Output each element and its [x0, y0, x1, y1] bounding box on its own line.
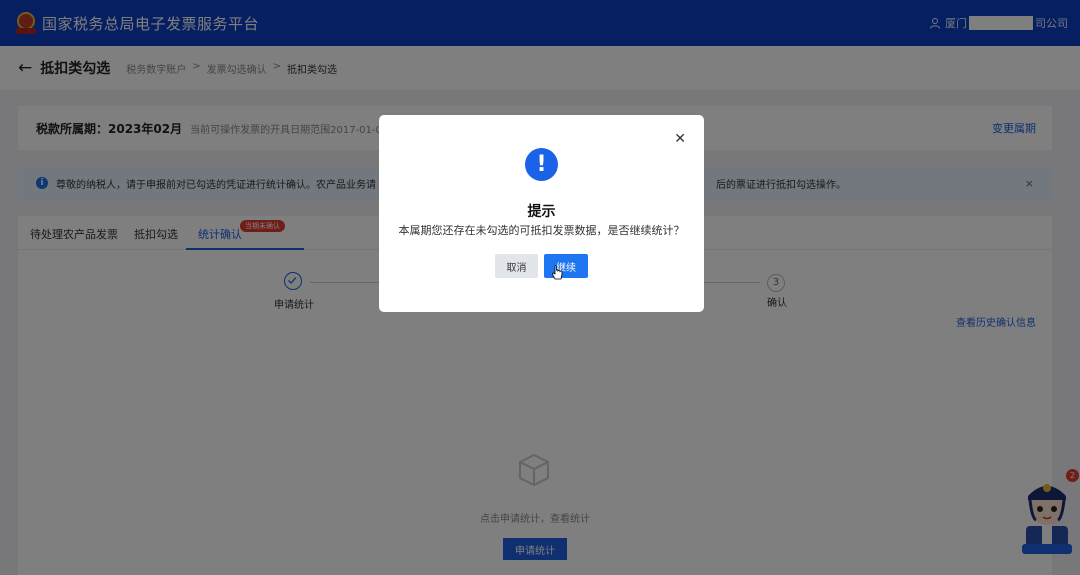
- dialog-message: 本属期您还存在未勾选的可抵扣发票数据，是否继续统计？: [398, 224, 685, 237]
- confirm-dialog: ✕ ! 提示 本属期您还存在未勾选的可抵扣发票数据，是否继续统计？ 取消 继续: [379, 115, 704, 312]
- cancel-button[interactable]: 取消: [495, 254, 538, 278]
- dialog-title: 提示: [527, 204, 556, 220]
- hand-cursor-icon: [551, 265, 563, 280]
- close-dialog-icon[interactable]: ✕: [674, 131, 686, 147]
- exclamation-icon: !: [525, 148, 558, 181]
